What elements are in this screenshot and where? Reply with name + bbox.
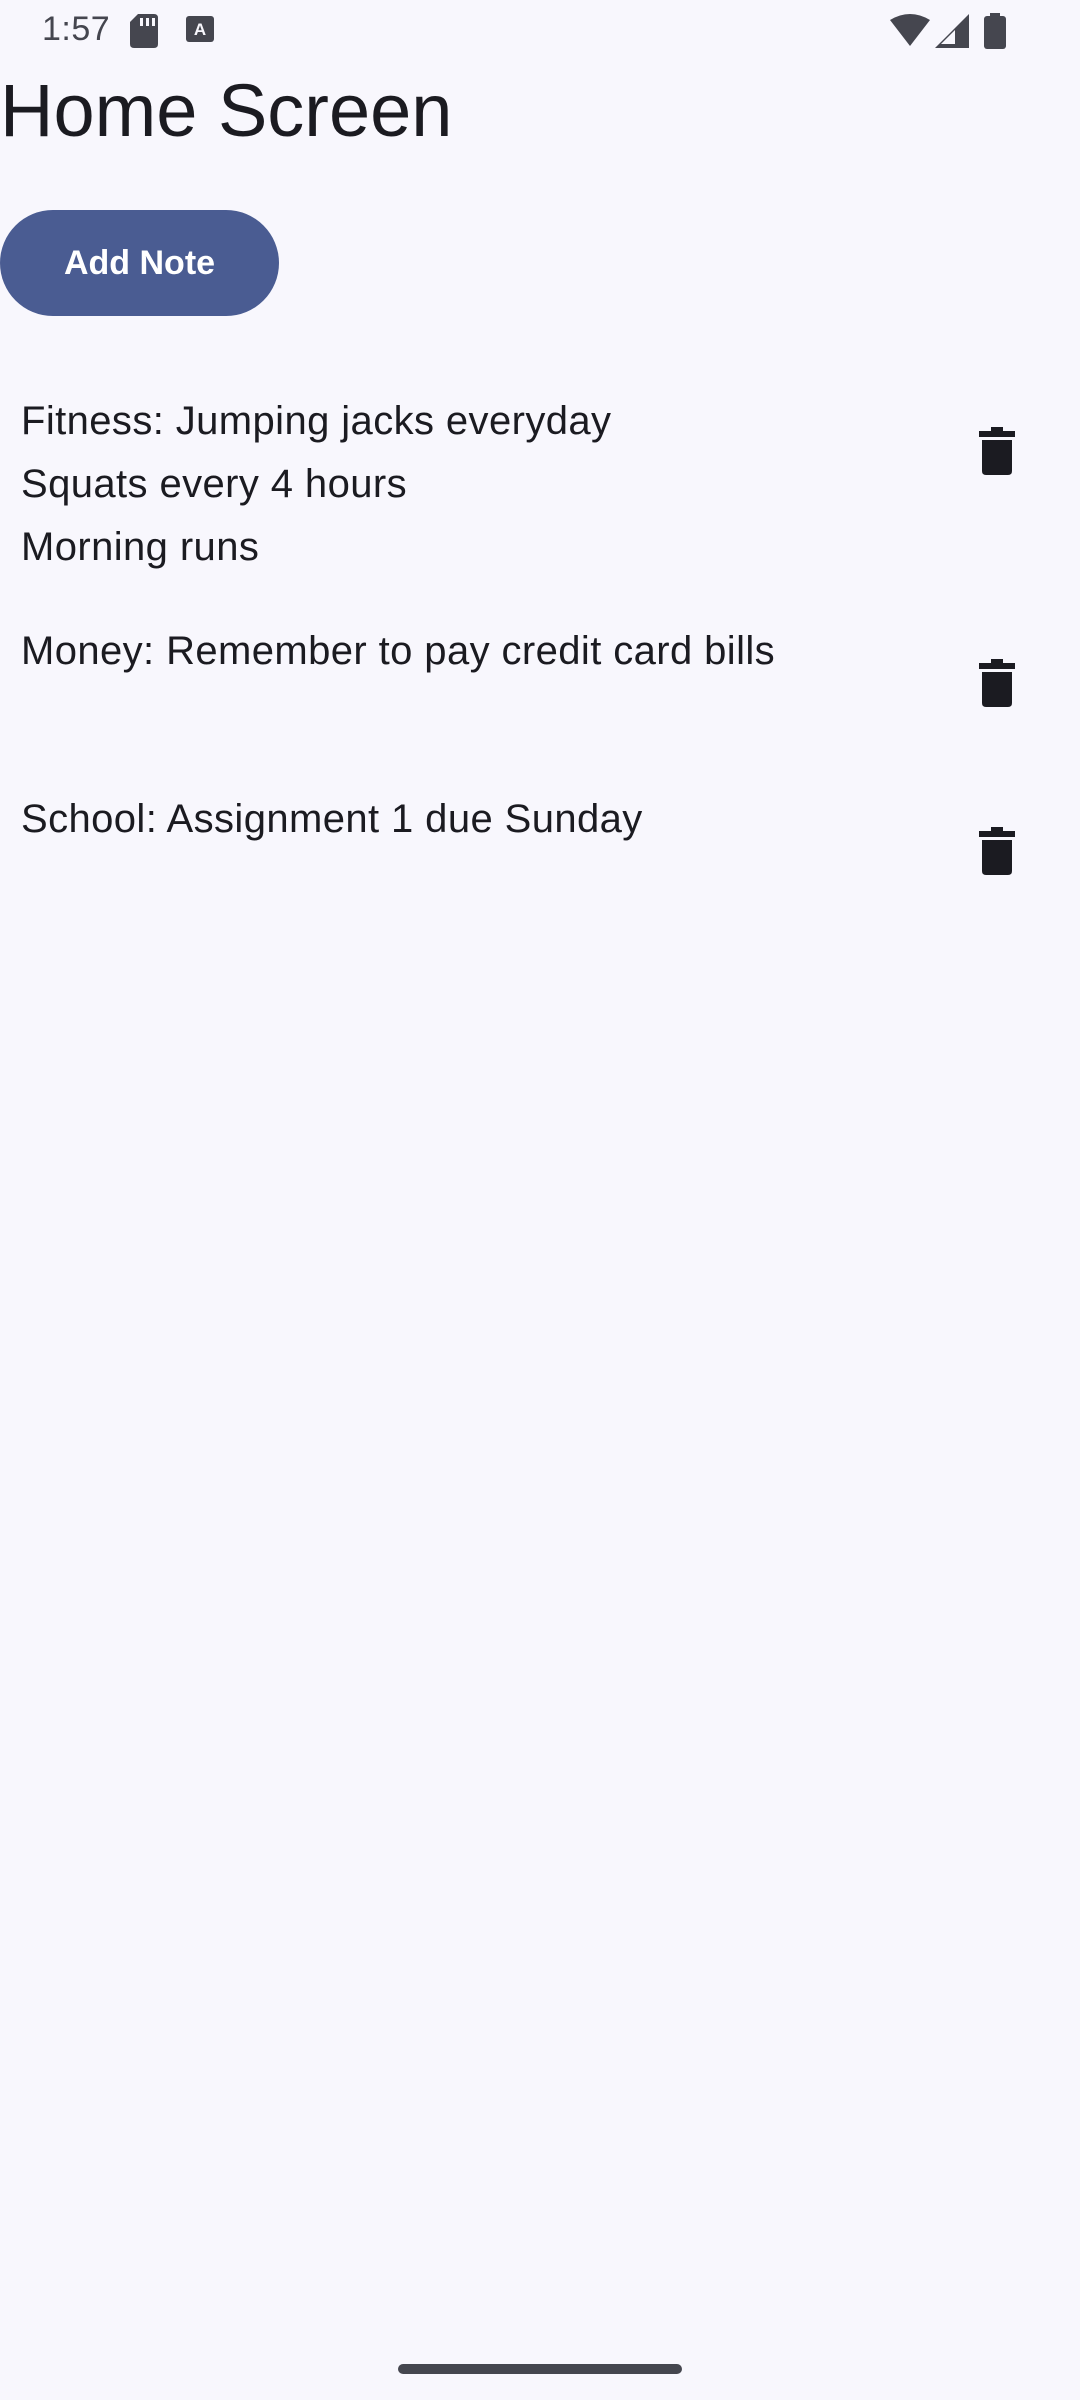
note-text: Money: Remember to pay credit card bills — [21, 629, 776, 673]
battery-icon — [984, 13, 1006, 54]
status-time: 1:57 — [42, 10, 111, 48]
note-text: Fitness: Jumping jacks everyday Squats e… — [21, 399, 612, 569]
note-text: School: Assignment 1 due Sunday — [21, 797, 643, 841]
note-item: Fitness: Jumping jacks everyday Squats e… — [0, 390, 1080, 580]
note-item: School: Assignment 1 due Sunday — [0, 788, 1080, 878]
status-bar: 1:57 A — [0, 0, 1080, 62]
delete-note-button[interactable] — [964, 418, 1030, 484]
home-indicator[interactable] — [398, 2364, 682, 2374]
page-title: Home Screen — [0, 69, 453, 152]
note-item: Money: Remember to pay credit card bills — [0, 620, 1080, 710]
keyboard-a-icon: A — [186, 14, 214, 49]
delete-note-button[interactable] — [964, 650, 1030, 716]
trash-icon — [979, 827, 1015, 875]
sd-card-icon — [130, 14, 158, 53]
wifi-icon — [890, 14, 930, 51]
svg-text:A: A — [194, 20, 206, 39]
delete-note-button[interactable] — [964, 818, 1030, 884]
trash-icon — [979, 427, 1015, 475]
add-note-button[interactable]: Add Note — [0, 210, 279, 316]
trash-icon — [979, 659, 1015, 707]
signal-icon — [935, 14, 969, 53]
